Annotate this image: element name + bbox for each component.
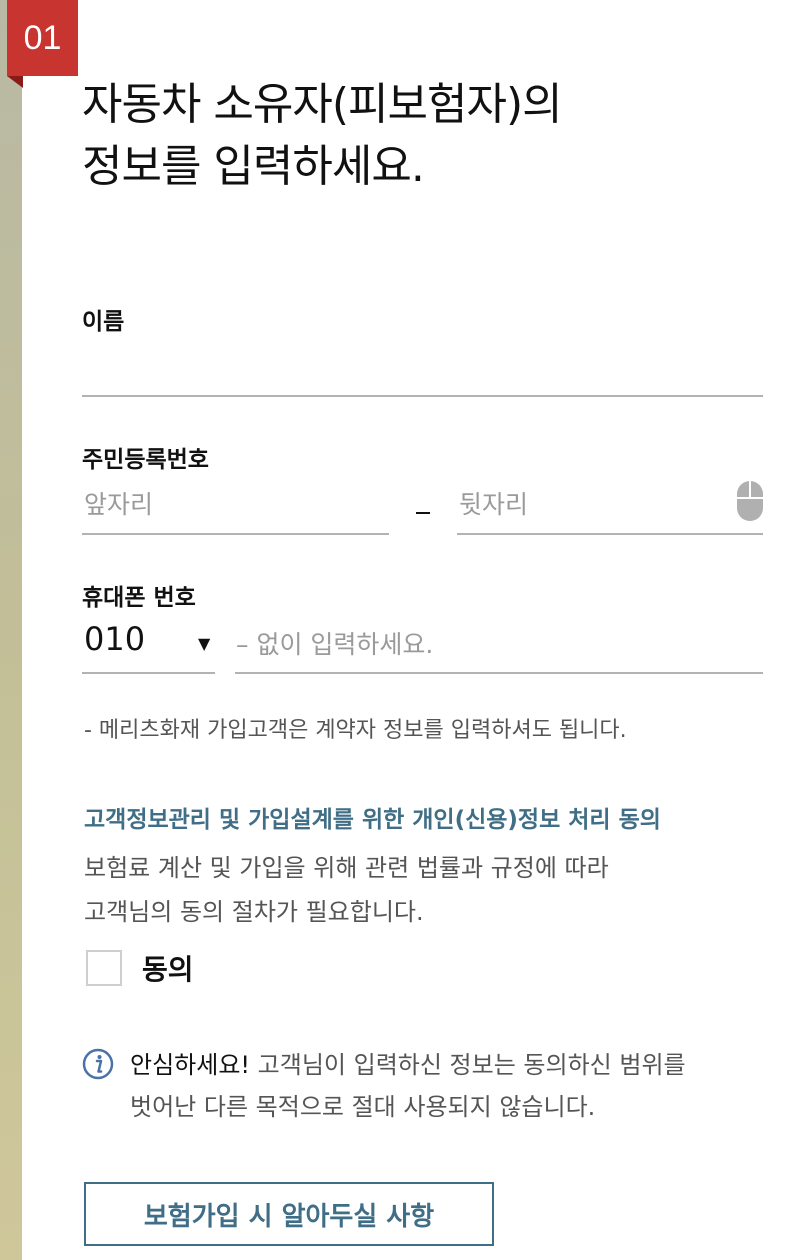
consent-description-line1: 보험료 계산 및 가입을 위해 관련 법률과 규정에 따라 (84, 854, 609, 882)
page-title: 자동차 소유자(피보험자)의 정보를 입력하세요. (82, 74, 772, 198)
phone-number-underline (235, 672, 763, 674)
phone-number-input[interactable] (236, 624, 756, 664)
consent-title[interactable]: 고객정보관리 및 가입설계를 위한 개인(신용)정보 처리 동의 (84, 800, 661, 834)
step-badge-fold (7, 76, 23, 88)
rrn-front-underline (82, 533, 389, 535)
mouse-icon[interactable] (736, 480, 764, 522)
phone-prefix-select[interactable]: 010 (84, 620, 145, 658)
page-title-line2: 정보를 입력하세요. (82, 141, 425, 192)
rrn-back-input[interactable] (459, 484, 729, 524)
policyholder-note: - 메리츠화재 가입고객은 계약자 정보를 입력하셔도 됩니다. (84, 718, 627, 743)
left-side-strip (0, 0, 22, 1260)
rrn-separator (416, 512, 430, 514)
info-text-line1: 고객님이 입력하신 정보는 동의하신 범위를 (250, 1051, 686, 1079)
info-text-line2: 벗어난 다른 목적으로 절대 사용되지 않습니다. (130, 1093, 596, 1121)
consent-description: 보험료 계산 및 가입을 위해 관련 법률과 규정에 따라 고객님의 동의 절차… (84, 846, 734, 934)
name-input[interactable] (84, 350, 760, 390)
phone-label: 휴대폰 번호 (82, 585, 196, 611)
insurance-notice-button[interactable]: 보험가입 시 알아두실 사항 (84, 1182, 494, 1246)
consent-checkbox-label[interactable]: 동의 (142, 948, 194, 988)
rrn-label: 주민등록번호 (82, 447, 209, 473)
name-label: 이름 (82, 309, 125, 335)
info-icon (82, 1048, 114, 1080)
step-number-badge: 01 (7, 0, 78, 76)
chevron-down-icon[interactable]: ▼ (198, 634, 210, 653)
consent-checkbox[interactable] (86, 950, 122, 986)
consent-description-line2: 고객님의 동의 절차가 필요합니다. (84, 898, 424, 926)
name-input-underline (82, 395, 763, 397)
page-title-line1: 자동차 소유자(피보험자)의 (82, 79, 563, 130)
phone-prefix-underline (82, 672, 215, 674)
info-message: 안심하세요! 고객님이 입력하신 정보는 동의하신 범위를 벗어난 다른 목적으… (130, 1044, 750, 1128)
rrn-back-underline (457, 533, 763, 535)
info-emphasis: 안심하세요! (130, 1051, 251, 1079)
rrn-front-input[interactable] (84, 484, 384, 524)
